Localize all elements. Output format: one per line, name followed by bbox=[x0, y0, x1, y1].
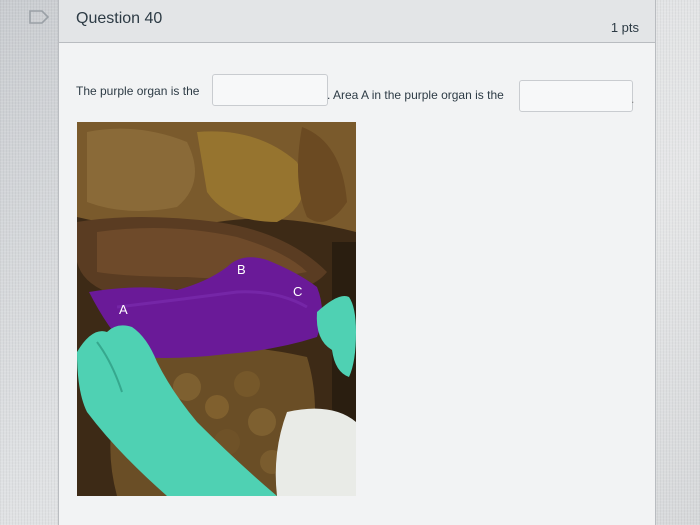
label-a: A bbox=[119, 302, 128, 317]
prompt-text-1: The purple organ is the bbox=[76, 84, 200, 98]
dissection-image: B C A bbox=[77, 122, 356, 496]
answer-blank-2[interactable] bbox=[519, 80, 633, 112]
prompt-text-3: . bbox=[631, 92, 635, 106]
question-points: 1 pts bbox=[610, 20, 639, 35]
label-b: B bbox=[237, 262, 246, 277]
question-title: Question 40 bbox=[76, 10, 163, 27]
label-c: C bbox=[293, 284, 302, 299]
dissection-photo: B C A bbox=[77, 122, 356, 496]
flag-icon[interactable] bbox=[28, 9, 50, 25]
prompt-text-2: . Area A in the purple organ is the bbox=[327, 88, 504, 102]
question-header: Question 40 1 pts bbox=[59, 0, 655, 43]
answer-blank-1[interactable] bbox=[212, 74, 328, 106]
